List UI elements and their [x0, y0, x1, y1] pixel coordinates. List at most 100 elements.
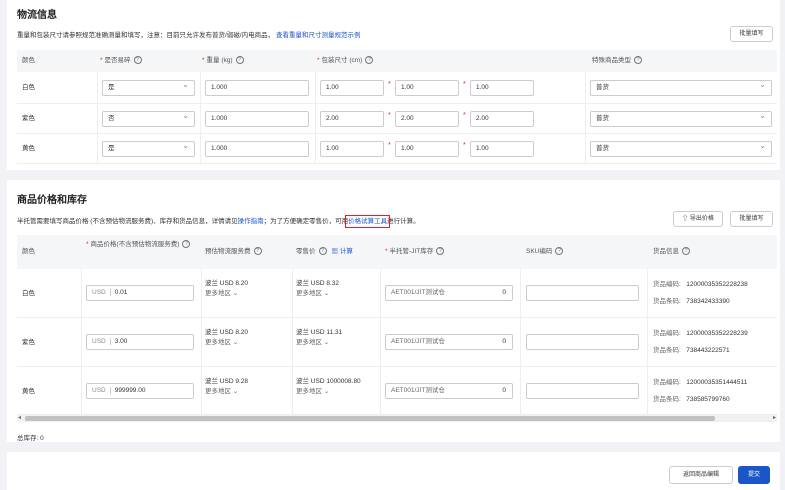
calculator-button[interactable]: ▦ 计算	[332, 248, 353, 255]
price-input[interactable]: USD 3.00	[86, 334, 194, 350]
more-regions-dropdown[interactable]: 更多地区 ⌄	[205, 289, 248, 299]
help-icon: ?	[365, 56, 374, 65]
goods-info: 货品编码: 12000035352228239 货品条码: 73844322257…	[653, 330, 748, 354]
help-icon: ?	[682, 247, 690, 256]
more-regions-dropdown[interactable]: 更多地区 ⌄	[296, 289, 339, 299]
help-icon: ?	[235, 56, 244, 65]
logistics-table-header: 颜色 * 是否易碎? * 重量 (kg)? * 包装尺寸 (cm)? 特殊商品类型?	[17, 50, 777, 72]
retail-price: 波兰 USD 11.31 更多地区 ⌄	[296, 329, 343, 348]
more-regions-dropdown[interactable]: 更多地区 ⌄	[296, 387, 361, 397]
weight-input[interactable]: 1.000	[205, 141, 309, 157]
col-color: 颜色	[22, 57, 35, 64]
retail-price: 波兰 USD 1000008.80 更多地区 ⌄	[296, 378, 361, 397]
scrollbar-thumb[interactable]	[25, 416, 715, 421]
weight-input[interactable]: 1.000	[205, 111, 309, 127]
footer-bar: 返回商品编辑 提交	[7, 452, 780, 490]
back-to-edit-button[interactable]: 返回商品编辑	[669, 466, 733, 484]
stock-input[interactable]: AET001/JIT测试仓 0	[385, 334, 513, 350]
more-regions-dropdown[interactable]: 更多地区 ⌄	[205, 387, 248, 397]
col-logistics-fee: 预估物流服务费?	[205, 235, 262, 269]
col-weight: * 重量 (kg)?	[202, 50, 244, 72]
measure-guide-link[interactable]: 查看重量和尺寸测量规范示例	[276, 32, 361, 39]
logistics-fee: 波兰 USD 8.20 更多地区 ⌄	[205, 280, 248, 299]
logistics-row: 黄色 是 1.000 1.00 * 1.00 * 1.00 普货	[17, 134, 777, 164]
sku-input[interactable]	[526, 383, 639, 399]
help-icon: ?	[634, 56, 642, 65]
logistics-fee: 波兰 USD 9.28 更多地区 ⌄	[205, 378, 248, 397]
help-icon: ?	[253, 247, 262, 256]
height-input[interactable]: 2.00	[470, 111, 534, 127]
row-color: 紫色	[22, 339, 35, 346]
col-stock: * 半托管-JIT库存?	[385, 235, 445, 269]
col-price: * 商品价格(不含预估物流服务费)?	[86, 240, 196, 249]
sku-input[interactable]	[526, 334, 639, 350]
logistics-fee: 波兰 USD 8.20 更多地区 ⌄	[205, 329, 248, 348]
fragile-select[interactable]: 是	[102, 80, 195, 96]
width-input[interactable]: 1.00	[395, 141, 459, 157]
pricing-row: 紫色 USD 3.00 波兰 USD 8.20 更多地区 ⌄ 波兰 USD 11.3…	[17, 318, 777, 367]
col-size: * 包装尺寸 (cm)?	[317, 50, 374, 72]
price-input[interactable]: USD 0.01	[86, 285, 194, 301]
guide-link[interactable]: 操作指南	[238, 218, 264, 225]
logistics-title: 物流信息	[17, 10, 57, 21]
row-color: 白色	[22, 290, 35, 297]
pricing-card: 商品价格和库存 半托管需要填写商品价格 (不含预估物流服务费)、库存和货品信息，…	[7, 180, 780, 442]
logistics-batch-button[interactable]: 批量填写	[730, 26, 773, 42]
col-fragile: * 是否易碎?	[100, 50, 142, 72]
stock-input[interactable]: AET001/JIT测试仓 0	[385, 285, 513, 301]
retail-price: 波兰 USD 8.32 更多地区 ⌄	[296, 280, 339, 299]
sku-input[interactable]	[526, 285, 639, 301]
length-input[interactable]: 1.00	[320, 141, 384, 157]
fragile-select[interactable]: 是	[102, 141, 195, 157]
fragile-select[interactable]: 否	[102, 111, 195, 127]
price-calc-tool-link[interactable]: 价格试算工具	[345, 215, 391, 228]
length-input[interactable]: 1.00	[320, 80, 384, 96]
export-price-button[interactable]: ⇧ 导出价格	[673, 211, 723, 227]
width-input[interactable]: 2.00	[395, 111, 459, 127]
logistics-row: 紫色 否 1.000 2.00 * 2.00 * 2.00 普货	[17, 104, 777, 134]
logistics-note: 重量和包装尺寸请参照规范准确测量和填写，注意：目前只允许发布普货/弱磁/内电商品…	[17, 32, 361, 39]
logistics-row: 白色 是 1.000 1.00 * 1.00 * 1.00 普货	[17, 72, 777, 104]
pricing-row: 白色 USD 0.01 波兰 USD 8.20 更多地区 ⌄ 波兰 USD 8.32…	[17, 269, 777, 318]
scroll-left-icon[interactable]: ◂	[18, 415, 21, 422]
help-icon: ?	[318, 247, 327, 256]
special-type-select[interactable]: 普货	[590, 141, 772, 157]
special-type-select[interactable]: 普货	[590, 111, 772, 127]
pricing-batch-button[interactable]: 批量填写	[730, 211, 773, 227]
col-retail: 零售价? ▦ 计算	[296, 247, 353, 256]
col-sku: SKU编码?	[526, 235, 564, 269]
help-icon: ?	[555, 247, 564, 256]
pricing-note: 半托管需要填写商品价格 (不含预估物流服务费)、库存和货品信息，详情请见操作指南…	[17, 215, 420, 228]
height-input[interactable]: 1.00	[470, 80, 534, 96]
height-input[interactable]: 1.00	[470, 141, 534, 157]
pricing-title: 商品价格和库存	[17, 195, 87, 206]
submit-button[interactable]: 提交	[738, 466, 770, 484]
col-color: 颜色	[22, 248, 35, 255]
more-regions-dropdown[interactable]: 更多地区 ⌄	[296, 338, 342, 348]
scroll-right-icon[interactable]: ▸	[773, 415, 776, 422]
help-icon: ?	[133, 56, 142, 65]
goods-info: 货品编码: 12000035352228238 货品条码: 73834243339…	[653, 281, 748, 305]
upload-icon: ⇧	[682, 216, 689, 222]
width-input[interactable]: 1.00	[395, 80, 459, 96]
stock-input[interactable]: AET001/JIT测试仓 0	[385, 383, 513, 399]
col-goods: 货品信息?	[653, 235, 690, 269]
row-color: 黄色	[22, 145, 35, 152]
help-icon: ?	[182, 240, 191, 249]
logistics-card: 物流信息 重量和包装尺寸请参照规范准确测量和填写，注意：目前只允许发布普货/弱磁…	[7, 0, 780, 170]
length-input[interactable]: 2.00	[320, 111, 384, 127]
row-color: 黄色	[22, 388, 35, 395]
row-color: 白色	[22, 84, 35, 91]
goods-info: 货品编码: 12000035351444511 货品条码: 73858579976…	[653, 379, 748, 403]
price-input[interactable]: USD 999999.00	[86, 383, 194, 399]
pricing-table-header: 颜色 * 商品价格(不含预估物流服务费)? 预估物流服务费? 零售价? ▦ 计算 *…	[17, 235, 777, 269]
special-type-select[interactable]: 普货	[590, 80, 772, 96]
help-icon: ?	[436, 247, 445, 256]
col-special: 特殊商品类型?	[592, 50, 642, 72]
row-color: 紫色	[22, 115, 35, 122]
more-regions-dropdown[interactable]: 更多地区 ⌄	[205, 338, 248, 348]
total-stock: 总库存: 0	[17, 435, 44, 442]
horizontal-scrollbar[interactable]: ◂ ▸	[17, 415, 777, 422]
weight-input[interactable]: 1.000	[205, 80, 309, 96]
pricing-row: 黄色 USD 999999.00 波兰 USD 9.28 更多地区 ⌄ 波兰 USD…	[17, 367, 777, 415]
